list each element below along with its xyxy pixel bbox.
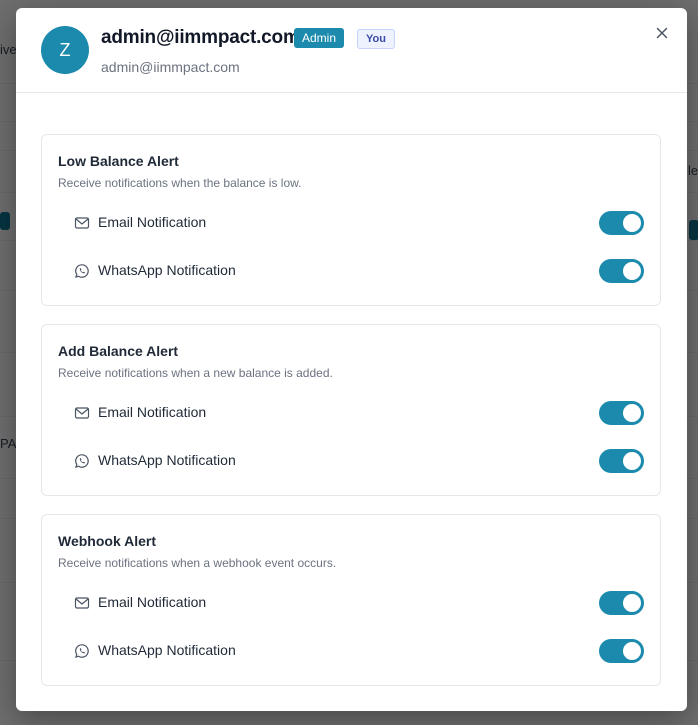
row-label: Email Notification: [98, 594, 207, 610]
whatsapp-icon: [75, 264, 89, 278]
whatsapp-icon: [75, 454, 89, 468]
modal-header: Z admin@iimmpact.com Admin You admin@iim…: [16, 8, 687, 93]
mail-icon: [74, 217, 90, 229]
email-notification-toggle[interactable]: [599, 211, 644, 235]
whatsapp-notification-toggle[interactable]: [599, 639, 644, 663]
whatsapp-icon: [75, 644, 89, 658]
mail-icon: [74, 407, 90, 419]
whatsapp-notification-row: WhatsApp Notification: [74, 449, 644, 473]
email-notification-toggle[interactable]: [599, 591, 644, 615]
avatar: Z: [41, 26, 89, 74]
whatsapp-notification-toggle[interactable]: [599, 449, 644, 473]
email-notification-row: Email Notification: [74, 401, 644, 425]
row-label: WhatsApp Notification: [98, 642, 236, 658]
card-description: Receive notifications when the balance i…: [58, 176, 302, 190]
email-notification-row: Email Notification: [74, 591, 644, 615]
row-label: WhatsApp Notification: [98, 452, 236, 468]
card-title: Low Balance Alert: [58, 153, 179, 169]
close-button[interactable]: [654, 25, 670, 41]
add-balance-alert-card: Add Balance Alert Receive notifications …: [41, 324, 661, 496]
low-balance-alert-card: Low Balance Alert Receive notifications …: [41, 134, 661, 306]
notification-settings-modal: Z admin@iimmpact.com Admin You admin@iim…: [16, 8, 687, 711]
toggle-knob: [623, 262, 641, 280]
row-label: Email Notification: [98, 404, 207, 420]
toggle-knob: [623, 404, 641, 422]
whatsapp-notification-toggle[interactable]: [599, 259, 644, 283]
role-badge: Admin: [294, 28, 345, 48]
whatsapp-notification-row: WhatsApp Notification: [74, 639, 644, 663]
toggle-knob: [623, 214, 641, 232]
user-name: admin@iimmpact.com: [101, 27, 300, 48]
user-email: admin@iimmpact.com: [101, 59, 240, 75]
webhook-alert-card: Webhook Alert Receive notifications when…: [41, 514, 661, 686]
email-notification-toggle[interactable]: [599, 401, 644, 425]
row-label: WhatsApp Notification: [98, 262, 236, 278]
mail-icon: [74, 597, 90, 609]
row-label: Email Notification: [98, 214, 207, 230]
card-title: Add Balance Alert: [58, 343, 179, 359]
close-icon: [656, 27, 668, 39]
card-description: Receive notifications when a new balance…: [58, 366, 333, 380]
email-notification-row: Email Notification: [74, 211, 644, 235]
card-title: Webhook Alert: [58, 533, 157, 549]
self-badge: You: [357, 29, 395, 49]
toggle-knob: [623, 452, 641, 470]
whatsapp-notification-row: WhatsApp Notification: [74, 259, 644, 283]
toggle-knob: [623, 642, 641, 660]
toggle-knob: [623, 594, 641, 612]
card-description: Receive notifications when a webhook eve…: [58, 556, 337, 570]
